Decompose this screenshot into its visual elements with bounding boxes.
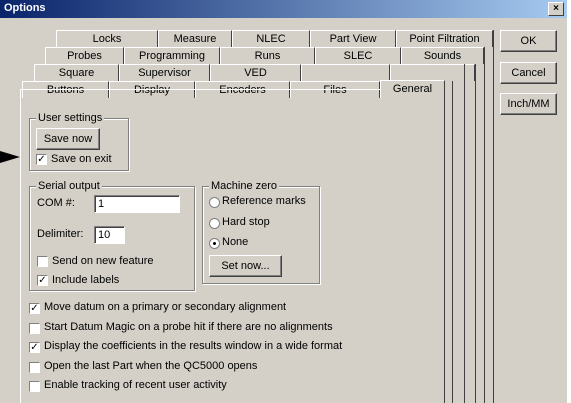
panel-edge [475, 64, 476, 403]
tab-probes[interactable]: Probes [45, 47, 124, 64]
save-now-button[interactable]: Save now [36, 128, 100, 150]
tab-nlec[interactable]: NLEC [232, 30, 310, 47]
tab-programming[interactable]: Programming [124, 47, 220, 64]
tab-square[interactable]: Square [34, 64, 119, 81]
panel-edge [464, 64, 465, 403]
machine-zero-label: Machine zero [209, 180, 280, 192]
tab-part-view[interactable]: Part View [310, 30, 396, 47]
none-label: None [222, 236, 249, 248]
inch-mm-button[interactable]: Inch/MM [500, 93, 557, 115]
delimiter-input[interactable]: 10 [94, 226, 125, 244]
open-last-part-label: Open the last Part when the QC5000 opens [44, 360, 258, 372]
window-title: Options [4, 2, 46, 14]
tab-ved[interactable]: VED [210, 64, 301, 81]
start-datum-magic-label: Start Datum Magic on a probe hit if ther… [44, 321, 333, 333]
panel-edge [452, 81, 453, 403]
tab-point-filtration[interactable]: Point Filtration [396, 30, 493, 47]
title-bar[interactable]: Options × [0, 0, 567, 18]
tab-general[interactable]: General [380, 80, 445, 98]
com-input[interactable]: 1 [94, 195, 180, 213]
display-coefficients-checkbox[interactable]: ✓ [29, 342, 40, 353]
tab-runs[interactable]: Runs [220, 47, 315, 64]
tab-measure[interactable]: Measure [158, 30, 232, 47]
delimiter-label: Delimiter: [37, 228, 84, 240]
close-button[interactable]: × [548, 2, 564, 16]
save-on-exit-checkbox[interactable]: ✓ [36, 154, 47, 165]
start-datum-magic-checkbox[interactable] [29, 323, 40, 334]
panel-edge [493, 30, 494, 403]
save-on-exit-label: Save on exit [51, 153, 112, 165]
set-now-button[interactable]: Set now... [209, 255, 282, 277]
radio-reference-marks[interactable] [209, 197, 220, 208]
panel-edge [484, 47, 485, 403]
move-datum-checkbox[interactable]: ✓ [29, 303, 40, 314]
open-last-part-checkbox[interactable] [29, 362, 40, 373]
hard-stop-label: Hard stop [222, 216, 270, 228]
com-label: COM #: [37, 197, 75, 209]
user-settings-label: User settings [36, 112, 105, 124]
tab-supervisor[interactable]: Supervisor [119, 64, 210, 81]
send-on-new-feature-checkbox[interactable] [37, 256, 48, 267]
display-coefficients-label: Display the coefficients in the results … [44, 340, 343, 352]
ok-button[interactable]: OK [500, 30, 557, 52]
arrow-pointer-icon [0, 151, 20, 163]
send-on-new-feature-label: Send on new feature [52, 255, 154, 267]
tab-blank-1[interactable] [301, 64, 390, 81]
enable-tracking-label: Enable tracking of recent user activity [44, 379, 227, 391]
include-labels-label: Include labels [52, 274, 120, 286]
options-dialog: Options × Locks Measure NLEC Part View P… [0, 0, 567, 403]
radio-hard-stop[interactable] [209, 218, 220, 229]
move-datum-label: Move datum on a primary or secondary ali… [44, 301, 287, 313]
radio-none[interactable] [209, 238, 220, 249]
include-labels-checkbox[interactable]: ✓ [37, 275, 48, 286]
tab-locks[interactable]: Locks [56, 30, 158, 47]
cancel-button[interactable]: Cancel [500, 62, 557, 84]
tab-blank-2[interactable] [390, 64, 475, 81]
serial-output-label: Serial output [36, 180, 102, 192]
tab-slec[interactable]: SLEC [315, 47, 401, 64]
reference-marks-label: Reference marks [222, 195, 306, 207]
enable-tracking-checkbox[interactable] [29, 381, 40, 392]
tab-sounds[interactable]: Sounds [401, 47, 484, 64]
